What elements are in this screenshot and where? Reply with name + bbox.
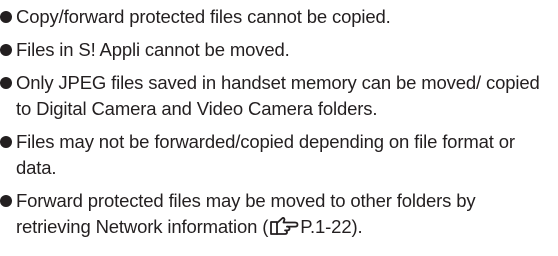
note-text: Only JPEG files saved in handset memory … (16, 72, 540, 119)
note-text: Files may not be forwarded/copied depend… (16, 131, 515, 178)
note-text-before: Forward protected files may be moved to … (16, 190, 476, 237)
note-item: Files may not be forwarded/copied depend… (0, 129, 552, 181)
note-text: Files in S! Appli cannot be moved. (16, 39, 290, 60)
note-text: Copy/forward protected files cannot be c… (16, 6, 391, 27)
page-reference: P.1-22 (300, 216, 352, 237)
bullet-icon (0, 77, 12, 89)
bullet-icon (0, 44, 12, 56)
note-item: Forward protected files may be moved to … (0, 188, 552, 240)
note-text-after: ). (351, 216, 363, 237)
note-item: Only JPEG files saved in handset memory … (0, 70, 552, 122)
pointing-hand-reference-icon (270, 217, 299, 235)
notes-list: Copy/forward protected files cannot be c… (0, 0, 558, 256)
bullet-icon (0, 136, 12, 148)
note-item: Files in S! Appli cannot be moved. (0, 37, 552, 63)
bullet-icon (0, 11, 12, 23)
bullet-icon (0, 195, 12, 207)
note-item: Copy/forward protected files cannot be c… (0, 4, 552, 30)
